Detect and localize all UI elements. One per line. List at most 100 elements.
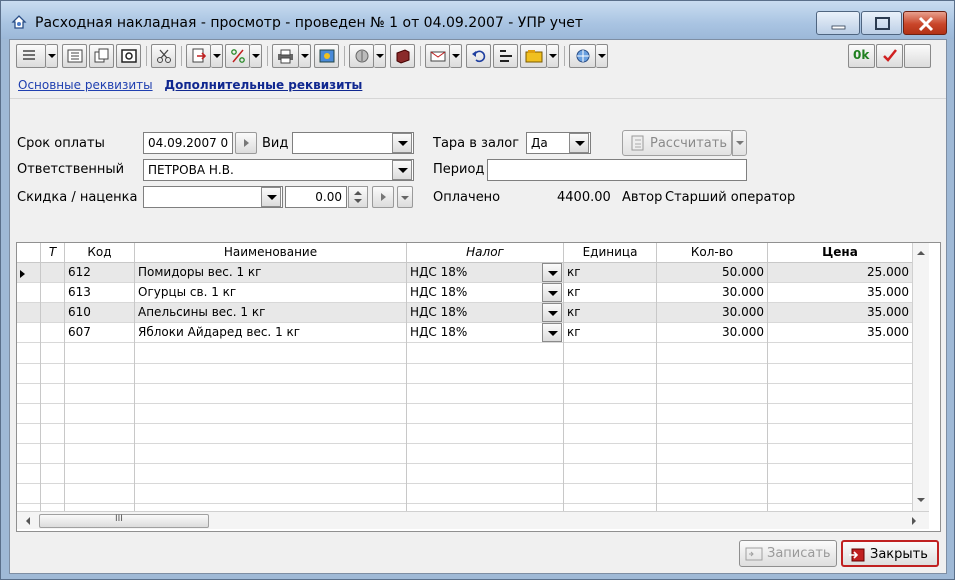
envelope-button[interactable]	[425, 44, 450, 68]
round-tool-button[interactable]	[349, 44, 374, 68]
scroll-right-icon[interactable]	[907, 513, 921, 529]
undo-icon	[472, 50, 486, 63]
folder-dropdown[interactable]	[547, 44, 559, 68]
go-to-button[interactable]	[186, 44, 211, 68]
form-menu-dropdown[interactable]	[46, 44, 58, 68]
envelope-dropdown[interactable]	[450, 44, 462, 68]
spin-arrows-icon	[354, 191, 362, 203]
undo-button[interactable]	[466, 44, 491, 68]
round-tool-dropdown[interactable]	[374, 44, 386, 68]
main-window: Расходная накладная - просмотр - проведе…	[0, 0, 955, 580]
save-button[interactable]: Записать	[739, 540, 837, 567]
header-type[interactable]: Т	[41, 243, 65, 263]
folder-button[interactable]	[520, 44, 547, 68]
discount-apply-button[interactable]	[372, 186, 394, 208]
calculate-dropdown[interactable]	[732, 130, 747, 156]
amount-button[interactable]	[225, 44, 250, 68]
horizontal-scroll-thumb[interactable]: III	[39, 514, 209, 528]
blank-button[interactable]	[904, 44, 931, 68]
checkmark-icon	[883, 49, 897, 62]
form-menu-button[interactable]	[16, 44, 46, 68]
horizontal-scrollbar[interactable]: III	[17, 511, 929, 529]
discount-dropdown-button[interactable]	[261, 187, 281, 207]
header-price[interactable]: Цена	[768, 243, 912, 263]
go-to-dropdown[interactable]	[211, 44, 223, 68]
network-dropdown[interactable]	[596, 44, 608, 68]
tax-dropdown-button[interactable]	[542, 303, 562, 322]
cell-price: 35.000	[867, 305, 909, 319]
table-row[interactable]: 612 Помидоры вес. 1 кг НДС 18% кг 50.000…	[17, 263, 912, 283]
discount-amount-field[interactable]: 0.00	[285, 186, 347, 208]
due-date-label: Срок оплаты	[17, 136, 105, 151]
form-menu-icon	[23, 50, 35, 60]
image-button[interactable]	[314, 44, 339, 68]
cut-button[interactable]	[151, 44, 176, 68]
cell-tax[interactable]: НДС 18%	[407, 283, 564, 303]
cell-tax[interactable]: НДС 18%	[407, 263, 564, 283]
kind-dropdown-button[interactable]	[392, 133, 412, 153]
print-dropdown[interactable]	[299, 44, 311, 68]
author-label: Автор	[622, 190, 663, 205]
current-row-icon	[20, 270, 25, 278]
cell-qty: 50.000	[657, 263, 768, 283]
table-row[interactable]: 610 Апельсины вес. 1 кг НДС 18% кг 30.00…	[17, 303, 912, 323]
close-window-button[interactable]	[903, 11, 947, 35]
table-row[interactable]: 607 Яблоки Айдаред вес. 1 кг НДС 18% кг …	[17, 323, 912, 343]
print-button[interactable]	[272, 44, 299, 68]
discount-apply-dropdown[interactable]	[397, 186, 413, 208]
cell-price: 35.000	[867, 285, 909, 299]
confirm-button[interactable]	[876, 44, 903, 68]
save-label: Записать	[767, 546, 831, 561]
copy-button[interactable]	[89, 44, 114, 68]
cell-name: Огурцы св. 1 кг	[135, 283, 407, 303]
refresh-button[interactable]	[116, 44, 141, 68]
title-bar[interactable]: Расходная накладная - просмотр - проведе…	[1, 1, 954, 39]
tab-main-requisites[interactable]: Основные реквизиты	[18, 78, 153, 92]
header-unit[interactable]: Единица	[564, 243, 657, 263]
responsible-field[interactable]: ПЕТРОВА Н.В.	[143, 159, 414, 181]
items-table[interactable]: Т Код Наименование Налог Единица Кол-во …	[16, 242, 941, 532]
cell-name: Помидоры вес. 1 кг	[135, 263, 407, 283]
calculate-button[interactable]: Рассчитать	[622, 130, 732, 156]
list-button[interactable]	[62, 44, 87, 68]
scroll-down-icon[interactable]	[913, 493, 929, 507]
cell-code: 612	[65, 263, 135, 283]
table-row[interactable]: 613 Огурцы св. 1 кг НДС 18% кг 30.000 35…	[17, 283, 912, 303]
book-button[interactable]	[390, 44, 415, 68]
discount-amount-spinner[interactable]	[348, 186, 368, 208]
toolbar-separator	[267, 46, 268, 66]
cell-tax-text: НДС 18%	[410, 325, 468, 339]
network-button[interactable]	[569, 44, 596, 68]
close-label: Закрыть	[870, 547, 928, 562]
close-button[interactable]: Закрыть	[841, 540, 939, 567]
header-qty[interactable]: Кол-во	[657, 243, 768, 263]
amount-dropdown[interactable]	[250, 44, 262, 68]
structure-button[interactable]	[493, 44, 518, 68]
cell-tax[interactable]: НДС 18%	[407, 323, 564, 343]
deposit-dropdown-button[interactable]	[569, 133, 589, 153]
tax-dropdown-button[interactable]	[542, 283, 562, 302]
header-code[interactable]: Код	[65, 243, 135, 263]
header-name[interactable]: Наименование	[135, 243, 407, 263]
cell-price: 25.000	[867, 265, 909, 279]
minimize-button[interactable]	[816, 11, 860, 35]
exit-icon	[849, 548, 865, 562]
ok-button[interactable]: 0k	[848, 44, 875, 68]
due-date-field[interactable]: 04.09.2007 0	[143, 132, 233, 154]
scroll-left-icon[interactable]	[21, 513, 35, 529]
maximize-button[interactable]	[861, 11, 902, 35]
cell-tax[interactable]: НДС 18%	[407, 303, 564, 323]
tab-additional-requisites[interactable]: Дополнительные реквизиты	[164, 78, 362, 92]
cell-code: 607	[65, 323, 135, 343]
divider	[10, 98, 946, 99]
cell-unit: кг	[564, 323, 657, 343]
header-tax[interactable]: Налог	[407, 243, 564, 263]
scroll-up-icon[interactable]	[913, 246, 929, 260]
due-date-picker-button[interactable]	[235, 132, 257, 154]
period-field[interactable]	[487, 159, 747, 181]
tax-dropdown-button[interactable]	[542, 263, 562, 282]
header-marker[interactable]	[17, 243, 41, 263]
responsible-dropdown-button[interactable]	[392, 160, 412, 180]
tax-dropdown-button[interactable]	[542, 323, 562, 342]
vertical-scrollbar[interactable]	[912, 243, 929, 511]
